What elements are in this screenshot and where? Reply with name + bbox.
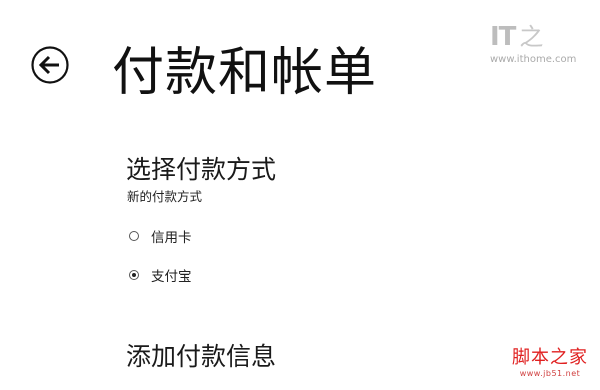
back-button[interactable] <box>30 45 70 85</box>
radio-button-unchecked-icon[interactable] <box>129 231 139 241</box>
ithome-glyph: 之 <box>519 23 544 51</box>
radio-label-alipay: 支付宝 <box>151 269 192 285</box>
radio-option-alipay[interactable]: 支付宝 <box>129 265 192 285</box>
choose-payment-title: 选择付款方式 <box>126 155 277 184</box>
radio-label-credit-card: 信用卡 <box>151 230 192 246</box>
ithome-it-text: IT <box>490 22 516 52</box>
radio-option-credit-card[interactable]: 信用卡 <box>129 226 192 246</box>
add-payment-info-title: 添加付款信息 <box>126 342 277 371</box>
new-payment-method-label: 新的付款方式 <box>127 189 203 204</box>
ithome-url: www.ithome.com <box>490 54 577 65</box>
radio-button-checked-icon[interactable] <box>129 270 139 280</box>
page-title: 付款和帐单 <box>112 43 378 103</box>
jb51-name: 脚本之家 <box>512 347 588 368</box>
ithome-watermark: IT 之 www.ithome.com <box>490 22 582 74</box>
ithome-logo-mark: IT 之 <box>490 22 582 52</box>
back-arrow-circle-icon <box>31 46 69 84</box>
jb51-url: www.jb51.net <box>519 369 581 378</box>
jb51-watermark: 脚本之家 www.jb51.net <box>510 347 590 379</box>
